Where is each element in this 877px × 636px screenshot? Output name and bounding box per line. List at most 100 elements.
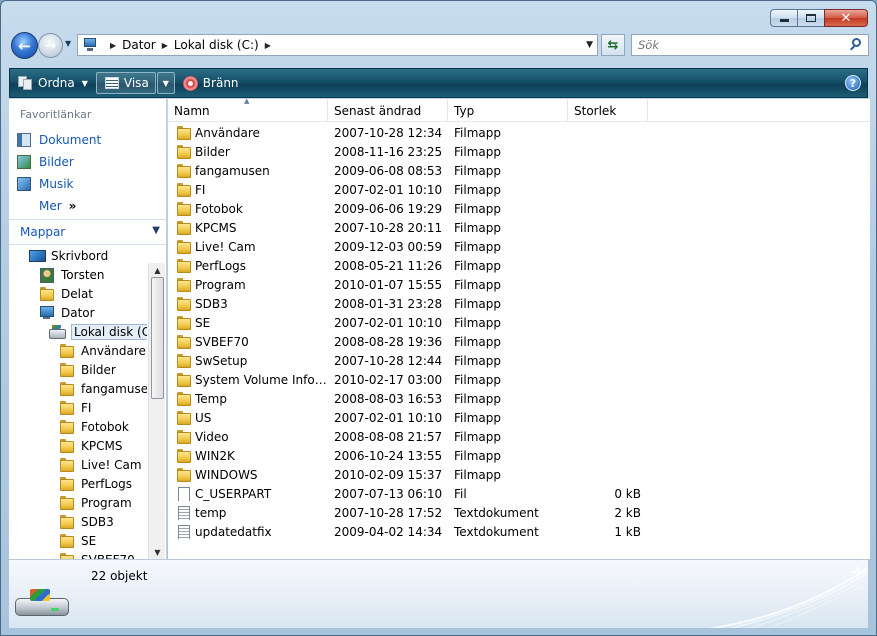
table-row[interactable]: temp 2007-10-28 17:52 Textdokument 2 kB — [168, 503, 870, 522]
cell-name: SwSetup — [168, 354, 328, 368]
back-button[interactable]: ← — [11, 32, 38, 59]
table-row[interactable]: C_USERPART 2007-07-13 06:10 Fil 0 kB — [168, 484, 870, 503]
tree-item[interactable]: PerfLogs — [9, 474, 147, 493]
tree-item[interactable]: Lokal disk (C:) — [9, 322, 147, 341]
tree-item[interactable]: Program — [9, 493, 147, 512]
tree-item[interactable]: FI — [9, 398, 147, 417]
favorite-documents[interactable]: Dokument — [9, 129, 166, 151]
table-row[interactable]: SE 2007-02-01 10:10 Filmapp — [168, 313, 870, 332]
tree-item[interactable]: Delat — [9, 284, 147, 303]
tree-item-label: PerfLogs — [81, 476, 133, 491]
breadcrumb-separator-icon[interactable]: ▶ — [162, 41, 168, 50]
table-row[interactable]: WIN2K 2006-10-24 13:55 Filmapp — [168, 446, 870, 465]
table-row[interactable]: PerfLogs 2008-05-21 11:26 Filmapp — [168, 256, 870, 275]
file-name: WINDOWS — [195, 467, 258, 482]
more-links-button[interactable]: Mer » — [9, 195, 166, 217]
file-name: SDB3 — [195, 296, 228, 311]
table-row[interactable]: US 2007-02-01 10:10 Filmapp — [168, 408, 870, 427]
maximize-button[interactable] — [797, 9, 824, 27]
hard-drive-icon — [13, 586, 71, 622]
organize-button[interactable]: Ordna ▼ — [10, 69, 96, 97]
cell-date: 2009-12-03 00:59 — [334, 239, 443, 254]
cell-name: fangamusen — [168, 164, 328, 178]
tree-item[interactable]: SE — [9, 531, 147, 550]
breadcrumb-separator-icon[interactable]: ▶ — [265, 41, 271, 50]
close-button[interactable]: ✕ — [824, 9, 868, 27]
address-dropdown-icon[interactable]: ▼ — [586, 40, 593, 50]
address-bar[interactable]: ▶ Dator ▶ Lokal disk (C:) ▶ ▼ — [77, 34, 598, 56]
tree-item[interactable]: KPCMS — [9, 436, 147, 455]
table-row[interactable]: Temp 2008-08-03 16:53 Filmapp — [168, 389, 870, 408]
column-header-size[interactable]: Storlek — [568, 99, 648, 122]
tree-item[interactable]: Skrivbord — [9, 246, 147, 265]
tree-item[interactable]: Bilder — [9, 360, 147, 379]
search-icon[interactable] — [849, 38, 863, 52]
folder-icon — [59, 363, 74, 377]
tree-item[interactable]: SVBEF70 — [9, 550, 147, 559]
favorite-music[interactable]: Musik — [9, 173, 166, 195]
tree-item-label: Användare — [81, 343, 146, 358]
folder-icon — [176, 164, 191, 178]
view-button[interactable]: Visa — [95, 72, 156, 94]
cell-name: C_USERPART — [168, 487, 328, 501]
help-icon[interactable]: ? — [845, 75, 861, 91]
tree-item-label: Torsten — [61, 267, 105, 282]
file-name: SVBEF70 — [195, 334, 249, 349]
column-header-type[interactable]: Typ — [448, 99, 568, 122]
folder-icon — [59, 496, 74, 510]
table-row[interactable]: KPCMS 2007-10-28 20:11 Filmapp — [168, 218, 870, 237]
column-header-label: Typ — [454, 103, 475, 118]
tree-item[interactable]: Live! Cam — [9, 455, 147, 474]
burn-disc-icon — [182, 75, 198, 91]
tree-item[interactable]: Användare — [9, 341, 147, 360]
breadcrumb-separator-icon[interactable]: ▶ — [110, 41, 116, 50]
file-icon — [176, 487, 191, 501]
cell-date: 2008-08-08 21:57 — [334, 429, 443, 444]
file-list-pane: ▲ Namn Senast ändrad Typ Storlek Använda… — [168, 97, 870, 559]
view-dropdown-button[interactable]: ▼ — [156, 72, 175, 94]
recent-pages-dropdown[interactable]: ▼ — [65, 39, 71, 48]
table-row[interactable]: Bilder 2008-11-16 23:25 Filmapp — [168, 142, 870, 161]
table-row[interactable]: Program 2010-01-07 15:55 Filmapp — [168, 275, 870, 294]
favorite-pictures[interactable]: Bilder — [9, 151, 166, 173]
column-header-name[interactable]: ▲ Namn — [168, 97, 328, 122]
breadcrumb-local-disk[interactable]: Lokal disk (C:) — [174, 38, 259, 52]
scroll-down-icon[interactable]: ▼ — [149, 545, 166, 559]
tree-item[interactable]: Dator — [9, 303, 147, 322]
table-row[interactable]: Fotobok 2009-06-06 19:29 Filmapp — [168, 199, 870, 218]
table-row[interactable]: Användare 2007-10-28 12:34 Filmapp — [168, 123, 870, 142]
table-row[interactable]: Live! Cam 2009-12-03 00:59 Filmapp — [168, 237, 870, 256]
table-row[interactable]: SwSetup 2007-10-28 12:44 Filmapp — [168, 351, 870, 370]
refresh-button[interactable]: ⇆ — [601, 34, 625, 56]
breadcrumb-dator[interactable]: Dator — [122, 38, 156, 52]
table-row[interactable]: WINDOWS 2010-02-09 15:37 Filmapp — [168, 465, 870, 484]
table-row[interactable]: updatedatfix 2009-04-02 14:34 Textdokument… — [168, 522, 870, 541]
cell-type: Fil — [454, 486, 467, 501]
folder-icon — [176, 354, 191, 368]
column-header-label: Storlek — [574, 103, 617, 118]
search-input[interactable] — [638, 38, 838, 52]
column-header-date[interactable]: Senast ändrad — [328, 99, 448, 122]
table-row[interactable]: FI 2007-02-01 10:10 Filmapp — [168, 180, 870, 199]
table-row[interactable]: SVBEF70 2008-08-28 19:36 Filmapp — [168, 332, 870, 351]
folder-icon — [59, 515, 74, 529]
folder-tree-scrollbar[interactable]: ▲ ▼ — [148, 263, 165, 559]
folder-icon — [59, 382, 74, 396]
burn-button[interactable]: Bränn — [175, 69, 247, 97]
minimize-button[interactable] — [770, 9, 797, 27]
tree-item[interactable]: Fotobok — [9, 417, 147, 436]
chevron-down-icon: ▼ — [162, 78, 169, 88]
folders-header[interactable]: Mappar ▼ — [9, 219, 166, 245]
file-name: PerfLogs — [195, 258, 247, 273]
tree-item[interactable]: fangamusen — [9, 379, 147, 398]
forward-button[interactable]: → — [38, 33, 63, 58]
cell-size: 2 kB — [614, 505, 641, 520]
tree-item[interactable]: Torsten — [9, 265, 147, 284]
table-row[interactable]: Video 2008-08-08 21:57 Filmapp — [168, 427, 870, 446]
table-row[interactable]: SDB3 2008-01-31 23:28 Filmapp — [168, 294, 870, 313]
table-row[interactable]: fangamusen 2009-06-08 08:53 Filmapp — [168, 161, 870, 180]
scrollbar-thumb[interactable] — [151, 277, 164, 399]
scroll-up-icon[interactable]: ▲ — [149, 263, 166, 277]
table-row[interactable]: System Volume Inform... 2010-02-17 03:00 F… — [168, 370, 870, 389]
tree-item[interactable]: SDB3 — [9, 512, 147, 531]
